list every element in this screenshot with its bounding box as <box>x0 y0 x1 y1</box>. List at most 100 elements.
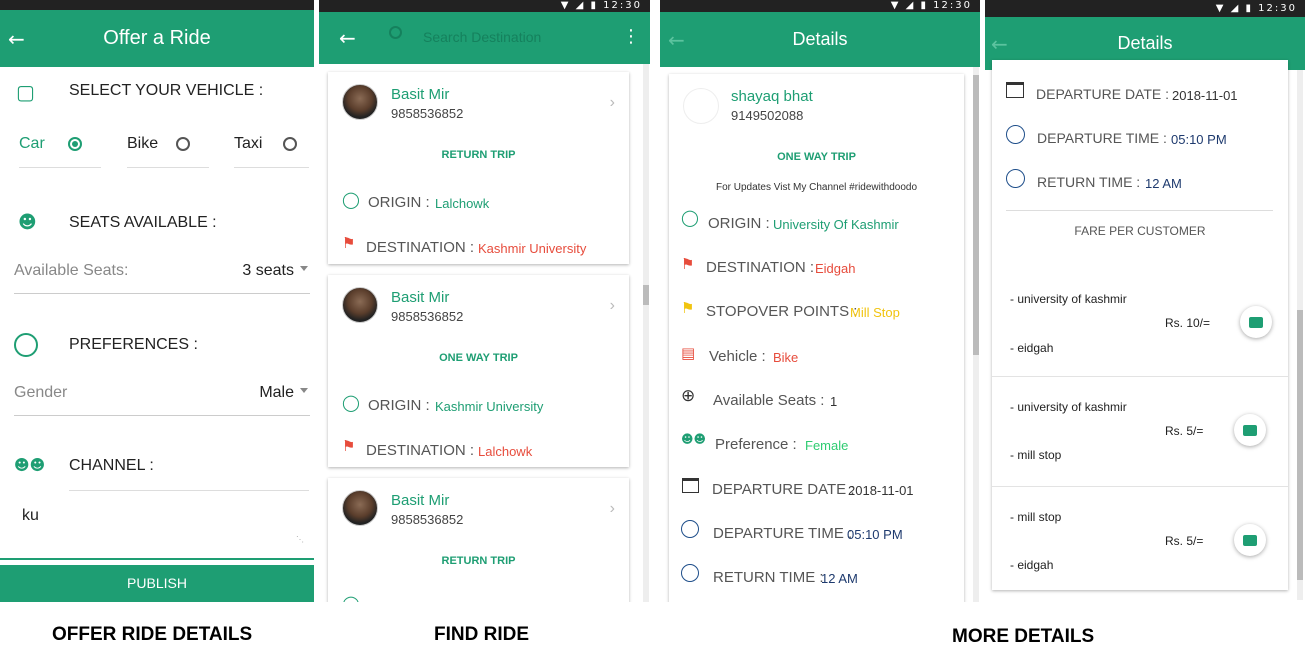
back-arrow-icon[interactable]: ← <box>668 28 685 52</box>
fare-price: Rs. 10/= <box>1165 316 1211 330</box>
fare-from: - university of kashmir <box>1010 292 1127 306</box>
group-icon: ☻☻ <box>681 432 707 446</box>
preference-label: Preference : <box>715 436 797 453</box>
fare-to: - mill stop <box>1010 448 1062 462</box>
fare-row: - university of kashmir Rs. 10/= - eidga… <box>992 260 1288 377</box>
departure-date-value: 2018-11-01 <box>1172 88 1238 103</box>
back-arrow-icon[interactable]: ← <box>991 32 1008 56</box>
trip-type: RETURN TRIP <box>441 149 516 161</box>
seats-value: 3 seats <box>242 262 294 279</box>
back-arrow-icon[interactable]: ← <box>8 27 25 51</box>
scrollbar[interactable] <box>643 64 649 602</box>
dropdown-arrow-icon <box>300 266 308 271</box>
fare-row: - mill stop Rs. 5/= - eidgah <box>992 488 1288 590</box>
driver-name: Basit Mir <box>391 289 450 306</box>
departure-time-label: DEPARTURE TIME : <box>1037 130 1167 146</box>
search-icon <box>389 26 402 39</box>
fare-heading: FARE PER CUSTOMER <box>1074 224 1206 238</box>
publish-label: PUBLISH <box>127 575 187 591</box>
trip-type: ONE WAY TRIP <box>777 151 856 163</box>
departure-date-value: 2018-11-01 <box>848 483 914 498</box>
scrollbar-thumb[interactable] <box>1297 310 1303 580</box>
status-time: 12:30 <box>1258 3 1297 14</box>
ride-card[interactable]: Basit Mir 9858536852 › RETURN TRIP ◯ <box>328 478 629 602</box>
avatar <box>342 490 378 526</box>
app-bar: ← Details <box>660 12 980 67</box>
ride-card[interactable]: Basit Mir 9858536852 › RETURN TRIP ◯ ORI… <box>328 72 629 264</box>
driver-name: Basit Mir <box>391 86 450 103</box>
flag-icon: ⚑ <box>681 255 695 273</box>
destination-value: Eidgah <box>815 261 856 276</box>
driver-phone: 9149502088 <box>731 108 804 123</box>
fare-to: - eidgah <box>1010 558 1054 572</box>
bike-radio[interactable] <box>176 137 190 151</box>
app-bar: ← Offer a Ride <box>0 10 314 67</box>
location-pin-icon: ◯ <box>342 393 360 412</box>
dropdown-arrow-icon <box>300 388 308 393</box>
chat-button[interactable] <box>1234 524 1266 556</box>
seats-label: Available Seats : <box>713 392 825 409</box>
avatar <box>342 287 378 323</box>
back-arrow-icon[interactable]: ← <box>339 26 356 50</box>
status-time: 12:30 <box>603 0 642 11</box>
stopover-label: STOPOVER POINTS : <box>706 303 858 320</box>
driver-phone: 9858536852 <box>391 106 464 121</box>
channel-notice: For Updates Vist My Channel #ridewithdoo… <box>715 182 918 193</box>
publish-button[interactable]: PUBLISH <box>0 565 314 602</box>
flag-icon: ⚑ <box>342 437 356 455</box>
gender-value: Male <box>259 384 294 401</box>
avatar <box>342 84 378 120</box>
divider <box>127 167 209 168</box>
vehicle-option-taxi: Taxi <box>234 135 263 152</box>
car-radio[interactable] <box>68 137 82 151</box>
driver-phone: 9858536852 <box>391 309 464 324</box>
fare-to: - eidgah <box>1010 341 1054 355</box>
vehicle-heading: SELECT YOUR VEHICLE : <box>69 82 264 99</box>
status-icons: ▼ ◢ ▮ 12:30 <box>560 0 642 11</box>
divider <box>1006 210 1273 211</box>
channel-value: ku <box>22 507 39 524</box>
destination-value: Kashmir University <box>478 241 587 256</box>
caption-offer: OFFER RIDE DETAILS <box>52 624 253 645</box>
departure-date-label: DEPARTURE DATE : <box>712 481 855 498</box>
page-title: Details <box>1117 33 1173 53</box>
page-title: Details <box>792 29 848 49</box>
driver-name: shayaq bhat <box>731 88 813 105</box>
stopover-flag-icon: ⚑ <box>681 299 695 317</box>
avatar <box>683 88 719 124</box>
chevron-right-icon: › <box>609 94 615 111</box>
origin-label: ORIGIN : <box>708 215 770 232</box>
details-screen: ▼ ◢ ▮ 12:30 ← Details shayaq bhat 914950… <box>660 0 980 602</box>
scrollbar-thumb[interactable] <box>643 285 649 305</box>
origin-value: Lalchowk <box>435 196 490 211</box>
fare-price: Rs. 5/= <box>1165 534 1204 548</box>
gender-dropdown[interactable]: Gender Male <box>14 380 310 416</box>
destination-label: DESTINATION : <box>706 259 815 276</box>
person-add-icon: ☻ <box>18 212 37 233</box>
vehicle-option-car: Car <box>19 135 45 152</box>
chat-button[interactable] <box>1234 414 1266 446</box>
seats-heading: SEATS AVAILABLE : <box>69 214 217 231</box>
status-icons: ▼ ◢ ▮ 12:30 <box>1215 3 1297 14</box>
clock-icon <box>681 520 699 538</box>
location-pin-icon: ◯ <box>342 594 360 602</box>
scrollbar-thumb[interactable] <box>973 75 979 355</box>
seats-dropdown[interactable]: Available Seats: 3 seats <box>14 258 310 294</box>
channel-textarea[interactable]: ku ⋱ <box>14 500 310 550</box>
details-card: shayaq bhat 9149502088 ONE WAY TRIP For … <box>669 74 964 602</box>
ride-card[interactable]: Basit Mir 9858536852 › ONE WAY TRIP ◯ OR… <box>328 275 629 467</box>
train-icon: ▢ <box>16 80 35 104</box>
taxi-radio[interactable] <box>283 137 297 151</box>
search-input[interactable]: Search Destination <box>423 29 541 45</box>
details-card: DEPARTURE DATE : 2018-11-01 DEPARTURE TI… <box>992 60 1288 590</box>
chat-button[interactable] <box>1240 306 1272 338</box>
fare-row: - university of kashmir Rs. 5/= - mill s… <box>992 378 1288 487</box>
chevron-right-icon: › <box>609 297 615 314</box>
more-options-icon[interactable]: ⋮ <box>622 26 640 47</box>
gender-label: Gender <box>14 384 68 401</box>
status-bar: ▼ ◢ ▮ 12:30 <box>319 0 650 12</box>
fare-from: - mill stop <box>1010 510 1062 524</box>
vehicle-value: Bike <box>773 350 799 365</box>
stopover-value: Mill Stop <box>850 305 900 320</box>
return-time-label: RETURN TIME : <box>713 569 824 586</box>
